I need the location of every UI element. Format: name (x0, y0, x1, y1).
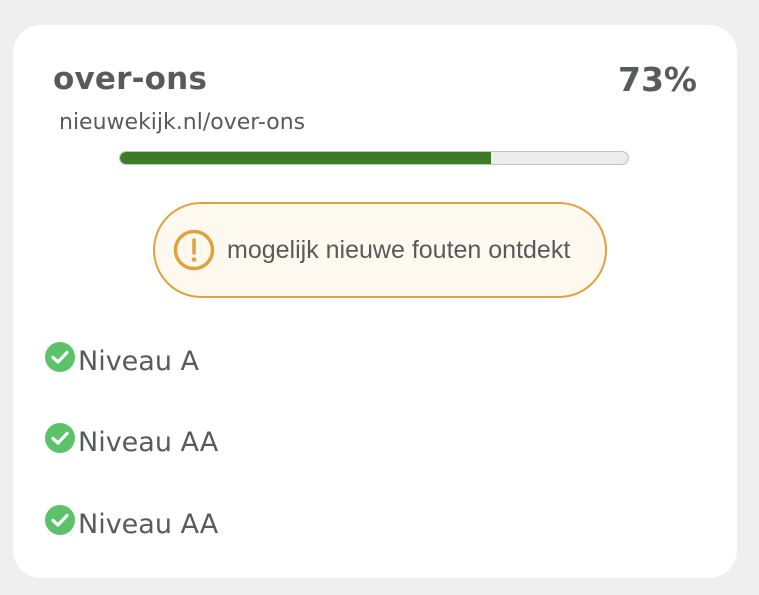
level-item-a: Niveau A (44, 342, 199, 385)
level-label: Niveau AA (78, 427, 219, 458)
level-item-aa: Niveau AA (44, 505, 219, 548)
warning-badge[interactable]: mogelijk nieuwe fouten ontdekt (153, 202, 607, 298)
check-circle-icon (45, 423, 75, 453)
check-circle-icon (45, 342, 75, 372)
page-result-card: over-ons 73% nieuwekijk.nl/over-ons moge… (13, 25, 737, 578)
check-circle-icon (45, 505, 75, 535)
page-title: over-ons (53, 61, 208, 97)
page-url: nieuwekijk.nl/over-ons (59, 110, 306, 135)
score-percentage: 73% (618, 60, 697, 99)
score-progress-fill (120, 152, 491, 164)
warning-text: mogelijk nieuwe fouten ontdekt (227, 235, 571, 264)
score-progress-bar (119, 151, 629, 165)
level-item-aa: Niveau AA (44, 423, 219, 466)
level-label: Niveau AA (78, 509, 219, 540)
level-label: Niveau A (78, 346, 199, 377)
exclamation-circle-icon (173, 229, 215, 271)
